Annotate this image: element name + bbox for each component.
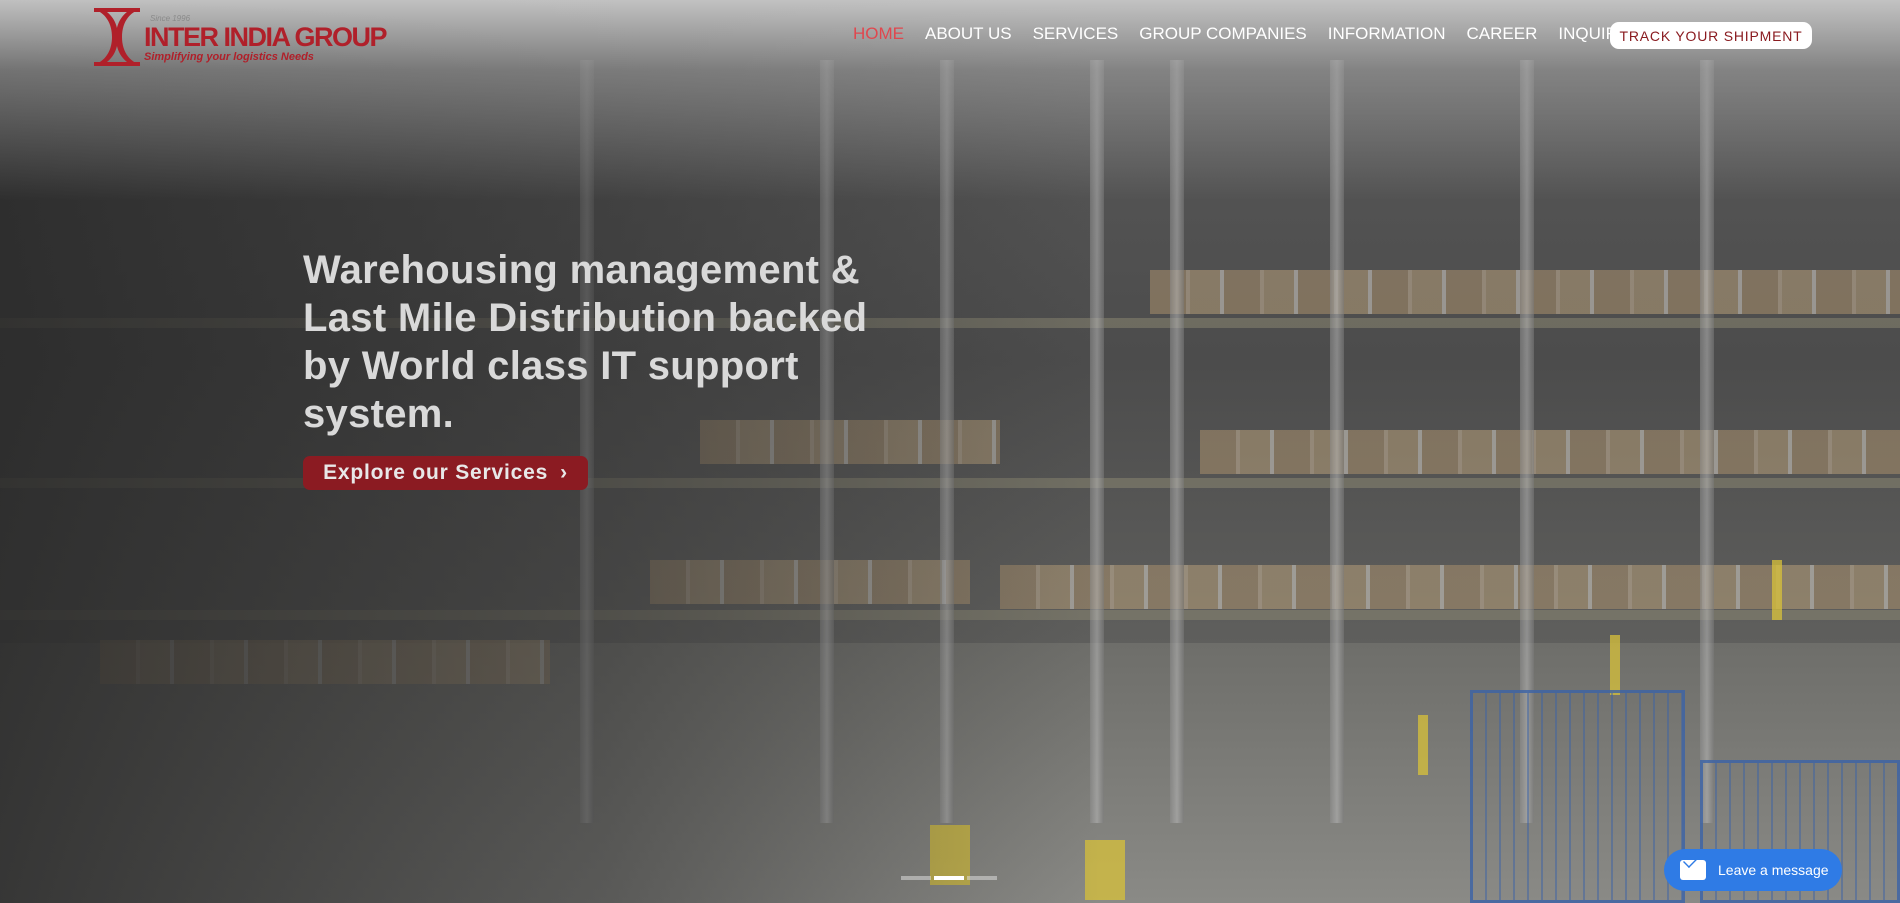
chevron-right-icon: › [560, 461, 568, 484]
explore-services-button[interactable]: Explore our Services › [303, 456, 588, 490]
nav-home[interactable]: HOME [853, 24, 904, 44]
track-shipment-button[interactable]: TRACK YOUR SHIPMENT [1610, 22, 1812, 49]
slider-dot-active[interactable] [934, 876, 964, 880]
site-logo[interactable]: INTER INDIA GROUP Simplifying your logis… [92, 8, 388, 66]
logo-name: INTER INDIA GROUP [144, 21, 388, 52]
hero-background [0, 0, 1900, 903]
nav-about-us[interactable]: ABOUT US [925, 24, 1012, 44]
hero-headline: Warehousing management & Last Mile Distr… [303, 248, 868, 436]
leave-message-button[interactable]: Leave a message [1664, 849, 1842, 891]
yellow-post [1610, 635, 1620, 695]
box-row [1200, 430, 1900, 474]
nav-information[interactable]: INFORMATION [1328, 24, 1446, 44]
yellow-post [1418, 715, 1428, 775]
explore-services-label: Explore our Services [323, 461, 549, 484]
slider-dot[interactable] [967, 876, 997, 880]
logo-since: Since 1996 [150, 14, 191, 23]
nav-services[interactable]: SERVICES [1033, 24, 1119, 44]
wire-cage [1470, 690, 1685, 903]
logo-mark-icon [94, 8, 140, 66]
yellow-post [1772, 560, 1782, 620]
logo-tagline: Simplifying your logistics Needs [144, 50, 314, 63]
site-header: INTER INDIA GROUP Simplifying your logis… [0, 0, 1900, 70]
slider-dot[interactable] [901, 876, 931, 880]
nav-group-companies[interactable]: GROUP COMPANIES [1139, 24, 1307, 44]
slider-pagination [901, 876, 1000, 880]
main-nav: HOME ABOUT US SERVICES GROUP COMPANIES I… [853, 24, 1650, 44]
box-row [1000, 565, 1900, 609]
leave-message-label: Leave a message [1718, 862, 1829, 878]
nav-career[interactable]: CAREER [1467, 24, 1538, 44]
envelope-icon [1680, 860, 1706, 880]
